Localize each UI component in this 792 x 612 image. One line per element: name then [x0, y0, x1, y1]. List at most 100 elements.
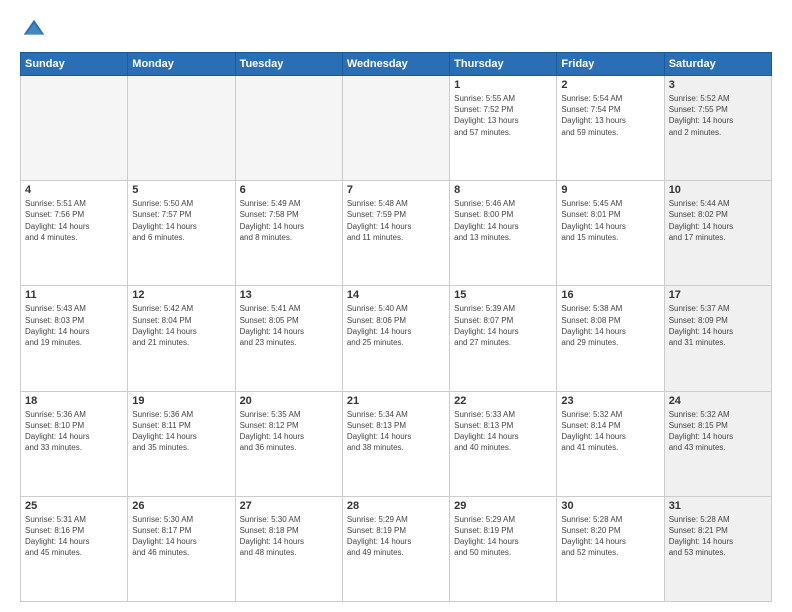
day-number: 24	[669, 395, 767, 407]
day-number: 13	[240, 289, 338, 301]
day-number: 20	[240, 395, 338, 407]
cell-info: Sunrise: 5:37 AM Sunset: 8:09 PM Dayligh…	[669, 303, 767, 348]
day-number: 3	[669, 79, 767, 91]
day-number: 31	[669, 500, 767, 512]
day-number: 15	[454, 289, 552, 301]
cell-info: Sunrise: 5:46 AM Sunset: 8:00 PM Dayligh…	[454, 198, 552, 243]
calendar-cell: 9 Sunrise: 5:45 AM Sunset: 8:01 PM Daylig…	[557, 181, 664, 286]
day-number: 12	[132, 289, 230, 301]
day-header-row: SundayMondayTuesdayWednesdayThursdayFrid…	[21, 53, 772, 76]
cell-info: Sunrise: 5:55 AM Sunset: 7:52 PM Dayligh…	[454, 93, 552, 138]
calendar-header: SundayMondayTuesdayWednesdayThursdayFrid…	[21, 53, 772, 76]
calendar-cell: 16Sunrise: 5:38 AM Sunset: 8:08 PM Dayli…	[557, 286, 664, 391]
calendar-cell: 21 Sunrise: 5:34 AM Sunset: 8:13 PM Dayli…	[342, 391, 449, 496]
cell-info: Sunrise: 5:51 AM Sunset: 7:56 PM Dayligh…	[25, 198, 123, 243]
logo-icon	[20, 16, 48, 44]
calendar-cell: 15 Sunrise: 5:39 AM Sunset: 8:07 PM Dayli…	[450, 286, 557, 391]
day-header-tuesday: Tuesday	[235, 53, 342, 76]
calendar-cell: 6 Sunrise: 5:49 AM Sunset: 7:58 PM Daylig…	[235, 181, 342, 286]
cell-info: Sunrise: 5:49 AM Sunset: 7:58 PM Dayligh…	[240, 198, 338, 243]
calendar-cell	[235, 76, 342, 181]
day-number: 22	[454, 395, 552, 407]
day-number: 21	[347, 395, 445, 407]
day-header-saturday: Saturday	[664, 53, 771, 76]
week-row-2: 4 Sunrise: 5:51 AM Sunset: 7:56 PM Daylig…	[21, 181, 772, 286]
header	[20, 16, 772, 44]
cell-info: Sunrise: 5:28 AM Sunset: 8:21 PM Dayligh…	[669, 514, 767, 559]
day-number: 18	[25, 395, 123, 407]
day-header-sunday: Sunday	[21, 53, 128, 76]
day-number: 30	[561, 500, 659, 512]
cell-info: Sunrise: 5:30 AM Sunset: 8:18 PM Dayligh…	[240, 514, 338, 559]
calendar-cell	[128, 76, 235, 181]
calendar-cell: 7Sunrise: 5:48 AM Sunset: 7:59 PM Daylig…	[342, 181, 449, 286]
day-number: 29	[454, 500, 552, 512]
week-row-5: 25 Sunrise: 5:31 AM Sunset: 8:16 PM Dayli…	[21, 496, 772, 601]
calendar-cell: 19Sunrise: 5:36 AM Sunset: 8:11 PM Dayli…	[128, 391, 235, 496]
calendar-cell: 29 Sunrise: 5:29 AM Sunset: 8:19 PM Dayli…	[450, 496, 557, 601]
week-row-3: 11 Sunrise: 5:43 AM Sunset: 8:03 PM Dayli…	[21, 286, 772, 391]
calendar-cell: 27Sunrise: 5:30 AM Sunset: 8:18 PM Dayli…	[235, 496, 342, 601]
cell-info: Sunrise: 5:36 AM Sunset: 8:10 PM Dayligh…	[25, 409, 123, 454]
cell-info: Sunrise: 5:48 AM Sunset: 7:59 PM Dayligh…	[347, 198, 445, 243]
calendar-cell: 26Sunrise: 5:30 AM Sunset: 8:17 PM Dayli…	[128, 496, 235, 601]
week-row-1: 1 Sunrise: 5:55 AM Sunset: 7:52 PM Daylig…	[21, 76, 772, 181]
logo	[20, 16, 52, 44]
calendar-cell: 18 Sunrise: 5:36 AM Sunset: 8:10 PM Dayli…	[21, 391, 128, 496]
day-number: 1	[454, 79, 552, 91]
day-number: 19	[132, 395, 230, 407]
day-number: 9	[561, 184, 659, 196]
day-header-thursday: Thursday	[450, 53, 557, 76]
day-number: 8	[454, 184, 552, 196]
day-number: 26	[132, 500, 230, 512]
cell-info: Sunrise: 5:35 AM Sunset: 8:12 PM Dayligh…	[240, 409, 338, 454]
day-number: 17	[669, 289, 767, 301]
day-number: 4	[25, 184, 123, 196]
cell-info: Sunrise: 5:41 AM Sunset: 8:05 PM Dayligh…	[240, 303, 338, 348]
calendar-cell: 10 Sunrise: 5:44 AM Sunset: 8:02 PM Dayli…	[664, 181, 771, 286]
day-number: 2	[561, 79, 659, 91]
day-number: 14	[347, 289, 445, 301]
calendar-cell: 24Sunrise: 5:32 AM Sunset: 8:15 PM Dayli…	[664, 391, 771, 496]
cell-info: Sunrise: 5:32 AM Sunset: 8:14 PM Dayligh…	[561, 409, 659, 454]
cell-info: Sunrise: 5:38 AM Sunset: 8:08 PM Dayligh…	[561, 303, 659, 348]
day-number: 11	[25, 289, 123, 301]
calendar-cell: 12 Sunrise: 5:42 AM Sunset: 8:04 PM Dayli…	[128, 286, 235, 391]
day-number: 23	[561, 395, 659, 407]
cell-info: Sunrise: 5:34 AM Sunset: 8:13 PM Dayligh…	[347, 409, 445, 454]
page: SundayMondayTuesdayWednesdayThursdayFrid…	[0, 0, 792, 612]
calendar-cell: 5Sunrise: 5:50 AM Sunset: 7:57 PM Daylig…	[128, 181, 235, 286]
calendar-cell	[342, 76, 449, 181]
calendar-cell: 2 Sunrise: 5:54 AM Sunset: 7:54 PM Daylig…	[557, 76, 664, 181]
cell-info: Sunrise: 5:33 AM Sunset: 8:13 PM Dayligh…	[454, 409, 552, 454]
cell-info: Sunrise: 5:52 AM Sunset: 7:55 PM Dayligh…	[669, 93, 767, 138]
cell-info: Sunrise: 5:29 AM Sunset: 8:19 PM Dayligh…	[347, 514, 445, 559]
cell-info: Sunrise: 5:54 AM Sunset: 7:54 PM Dayligh…	[561, 93, 659, 138]
day-header-wednesday: Wednesday	[342, 53, 449, 76]
calendar-cell: 4 Sunrise: 5:51 AM Sunset: 7:56 PM Daylig…	[21, 181, 128, 286]
calendar-cell: 8 Sunrise: 5:46 AM Sunset: 8:00 PM Daylig…	[450, 181, 557, 286]
calendar-cell: 17 Sunrise: 5:37 AM Sunset: 8:09 PM Dayli…	[664, 286, 771, 391]
cell-info: Sunrise: 5:29 AM Sunset: 8:19 PM Dayligh…	[454, 514, 552, 559]
cell-info: Sunrise: 5:40 AM Sunset: 8:06 PM Dayligh…	[347, 303, 445, 348]
cell-info: Sunrise: 5:50 AM Sunset: 7:57 PM Dayligh…	[132, 198, 230, 243]
cell-info: Sunrise: 5:43 AM Sunset: 8:03 PM Dayligh…	[25, 303, 123, 348]
day-number: 6	[240, 184, 338, 196]
day-number: 10	[669, 184, 767, 196]
day-number: 25	[25, 500, 123, 512]
calendar-table: SundayMondayTuesdayWednesdayThursdayFrid…	[20, 52, 772, 602]
calendar-cell: 3 Sunrise: 5:52 AM Sunset: 7:55 PM Daylig…	[664, 76, 771, 181]
calendar-cell: 1 Sunrise: 5:55 AM Sunset: 7:52 PM Daylig…	[450, 76, 557, 181]
day-number: 28	[347, 500, 445, 512]
calendar-cell: 13 Sunrise: 5:41 AM Sunset: 8:05 PM Dayli…	[235, 286, 342, 391]
cell-info: Sunrise: 5:44 AM Sunset: 8:02 PM Dayligh…	[669, 198, 767, 243]
cell-info: Sunrise: 5:42 AM Sunset: 8:04 PM Dayligh…	[132, 303, 230, 348]
cell-info: Sunrise: 5:28 AM Sunset: 8:20 PM Dayligh…	[561, 514, 659, 559]
cell-info: Sunrise: 5:45 AM Sunset: 8:01 PM Dayligh…	[561, 198, 659, 243]
week-row-4: 18 Sunrise: 5:36 AM Sunset: 8:10 PM Dayli…	[21, 391, 772, 496]
calendar-cell: 11 Sunrise: 5:43 AM Sunset: 8:03 PM Dayli…	[21, 286, 128, 391]
cell-info: Sunrise: 5:31 AM Sunset: 8:16 PM Dayligh…	[25, 514, 123, 559]
day-header-monday: Monday	[128, 53, 235, 76]
calendar-cell: 25 Sunrise: 5:31 AM Sunset: 8:16 PM Dayli…	[21, 496, 128, 601]
cell-info: Sunrise: 5:39 AM Sunset: 8:07 PM Dayligh…	[454, 303, 552, 348]
